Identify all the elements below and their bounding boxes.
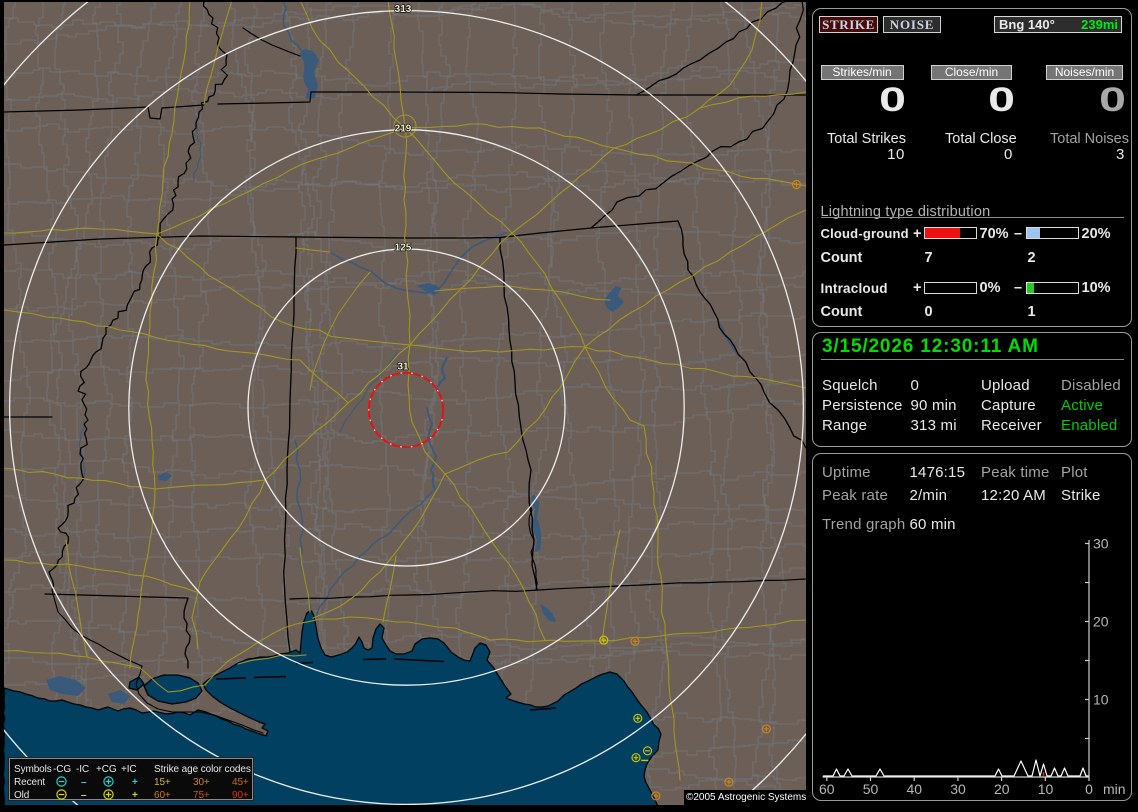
svg-text:10: 10 [1093, 692, 1109, 708]
svg-text:30: 30 [1093, 536, 1109, 552]
svg-text:20: 20 [1093, 614, 1109, 630]
svg-text:20: 20 [994, 781, 1010, 797]
svg-text:min: min [1103, 781, 1126, 797]
svg-text:60: 60 [819, 781, 835, 797]
svg-text:50: 50 [863, 781, 879, 797]
svg-text:0: 0 [1085, 781, 1093, 797]
svg-text:40: 40 [907, 781, 923, 797]
svg-text:30: 30 [950, 781, 966, 797]
svg-text:10: 10 [1038, 781, 1054, 797]
